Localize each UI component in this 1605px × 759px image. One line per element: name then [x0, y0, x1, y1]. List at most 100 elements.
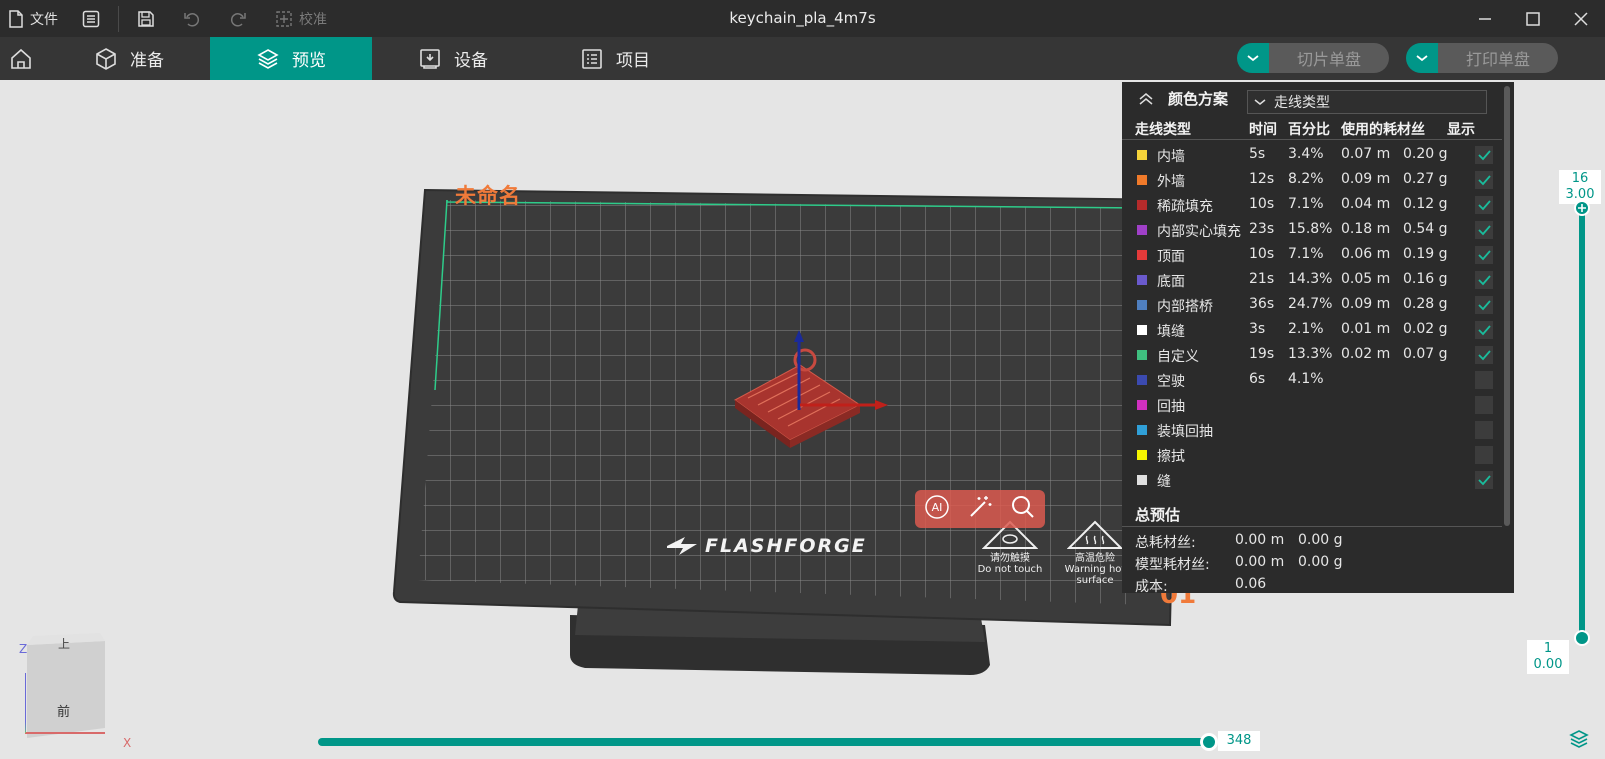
- tab-prepare[interactable]: 准备: [48, 37, 210, 80]
- line-type-meters: 0.09 m: [1341, 296, 1391, 312]
- line-type-swatch: [1137, 450, 1147, 460]
- list-icon: [582, 48, 602, 69]
- line-type-percent: 2.1%: [1288, 321, 1324, 337]
- show-checkbox[interactable]: [1475, 271, 1493, 289]
- layer-slider-track[interactable]: [1579, 207, 1585, 639]
- tab-project[interactable]: 项目: [534, 37, 696, 80]
- warning-touch-cn: 请勿触摸: [990, 553, 1030, 564]
- line-type-swatch: [1137, 475, 1147, 485]
- show-checkbox[interactable]: [1475, 446, 1493, 464]
- home-icon: [11, 48, 31, 69]
- slice-dropdown-button[interactable]: [1237, 43, 1269, 73]
- show-checkbox[interactable]: [1475, 371, 1493, 389]
- plate-name-label[interactable]: 未命名: [455, 180, 521, 210]
- layer-slider-bottom-handle[interactable]: [1574, 630, 1590, 646]
- calibrate-button[interactable]: 校准: [267, 0, 335, 37]
- color-scheme-label: 颜色方案: [1168, 90, 1229, 108]
- line-type-name: 填缝: [1157, 324, 1185, 340]
- tab-preview[interactable]: 预览: [210, 37, 372, 80]
- warning-do-not-touch: 请勿触摸 Do not touch: [965, 520, 1055, 575]
- line-type-grams: 0.19 g: [1403, 246, 1448, 262]
- show-checkbox[interactable]: [1475, 196, 1493, 214]
- show-checkbox[interactable]: [1475, 146, 1493, 164]
- show-checkbox[interactable]: [1475, 321, 1493, 339]
- layer-slider-top-handle[interactable]: [1574, 200, 1590, 216]
- ai-toolbar: AI: [915, 490, 1045, 528]
- col-used: 使用的耗材丝: [1341, 122, 1425, 138]
- table-row: 擦拭: [1122, 442, 1502, 467]
- show-checkbox[interactable]: [1475, 296, 1493, 314]
- check-icon: [1478, 200, 1491, 211]
- calibrate-label: 校准: [299, 11, 327, 28]
- table-row: 填缝 3s 2.1% 0.01 m 0.02 g: [1122, 317, 1502, 342]
- print-dropdown-button[interactable]: [1406, 43, 1438, 73]
- line-type-name: 内部搭桥: [1157, 299, 1213, 315]
- close-button[interactable]: [1557, 0, 1605, 37]
- save-icon: [138, 10, 154, 27]
- line-type-name: 擦拭: [1157, 449, 1185, 465]
- save-button[interactable]: [129, 0, 163, 37]
- color-scheme-select[interactable]: 走线类型: [1247, 90, 1487, 114]
- line-type-swatch: [1137, 325, 1147, 335]
- show-checkbox[interactable]: [1475, 471, 1493, 489]
- show-checkbox[interactable]: [1475, 246, 1493, 264]
- line-type-name: 缝: [1157, 474, 1171, 490]
- panel-scrollbar[interactable]: [1504, 86, 1510, 526]
- color-scheme-panel: 颜色方案 走线类型 走线类型 时间 百分比 使用的耗材丝 显示 内墙 5s 3.4%…: [1122, 82, 1514, 595]
- line-type-name: 回抽: [1157, 399, 1185, 415]
- tab-device[interactable]: 设备: [372, 37, 534, 80]
- main-menu-button[interactable]: [74, 0, 108, 37]
- minimize-button[interactable]: [1461, 0, 1509, 37]
- show-checkbox[interactable]: [1475, 221, 1493, 239]
- layer-settings-button[interactable]: [1568, 728, 1590, 754]
- show-checkbox[interactable]: [1475, 346, 1493, 364]
- line-type-swatch: [1137, 250, 1147, 260]
- toolbar-separator: [118, 5, 119, 32]
- table-row: 回抽: [1122, 392, 1502, 417]
- search-button[interactable]: [1010, 494, 1036, 524]
- view-cube-top-label: 上: [58, 637, 71, 651]
- slice-plate-button[interactable]: 切片单盘: [1269, 43, 1389, 73]
- summary-grams: 0.00 g: [1298, 554, 1343, 570]
- move-slider-handle[interactable]: [1200, 733, 1218, 751]
- file-menu-button[interactable]: 文件: [0, 0, 66, 37]
- show-checkbox[interactable]: [1475, 171, 1493, 189]
- line-type-time: 36s: [1249, 296, 1275, 312]
- view-cube[interactable]: 上 前 Z X: [19, 633, 131, 750]
- device-icon: [420, 48, 440, 69]
- plus-icon: [1578, 204, 1586, 212]
- maximize-button[interactable]: [1509, 0, 1557, 37]
- line-type-percent: 14.3%: [1288, 271, 1333, 287]
- minimize-icon: [1479, 17, 1491, 20]
- move-slider-track[interactable]: [318, 738, 1208, 746]
- line-type-grams: 0.28 g: [1403, 296, 1448, 312]
- tab-project-label: 项目: [616, 51, 650, 71]
- collapse-chevron-icon[interactable]: [1138, 92, 1154, 106]
- show-checkbox[interactable]: [1475, 421, 1493, 439]
- line-type-swatch: [1137, 225, 1147, 235]
- line-type-grams: 0.02 g: [1403, 321, 1448, 337]
- col-show: 显示: [1447, 122, 1475, 138]
- line-type-name: 内部实心填充: [1157, 224, 1241, 240]
- undo-button[interactable]: [175, 0, 209, 37]
- warning-touch-en: Do not touch: [977, 564, 1043, 575]
- line-type-name: 底面: [1157, 274, 1185, 290]
- line-type-swatch: [1137, 300, 1147, 310]
- home-button[interactable]: [0, 37, 42, 80]
- redo-button[interactable]: [221, 0, 255, 37]
- magic-wand-button[interactable]: [967, 494, 993, 524]
- line-type-time: 12s: [1249, 171, 1275, 187]
- show-checkbox[interactable]: [1475, 396, 1493, 414]
- axis-x-label: X: [123, 736, 132, 750]
- table-row: 空驶 6s 4.1%: [1122, 367, 1502, 392]
- line-type-swatch: [1137, 275, 1147, 285]
- table-row: 内部搭桥 36s 24.7% 0.09 m 0.28 g: [1122, 292, 1502, 317]
- table-row: 缝: [1122, 467, 1502, 492]
- print-plate-button[interactable]: 打印单盘: [1438, 43, 1558, 73]
- col-type: 走线类型: [1135, 122, 1191, 138]
- summary-meters: 0.00 m: [1235, 554, 1285, 570]
- line-type-swatch: [1137, 200, 1147, 210]
- line-type-name: 空驶: [1157, 374, 1185, 390]
- ai-button[interactable]: AI: [924, 494, 950, 524]
- table-row: 内墙 5s 3.4% 0.07 m 0.20 g: [1122, 142, 1502, 167]
